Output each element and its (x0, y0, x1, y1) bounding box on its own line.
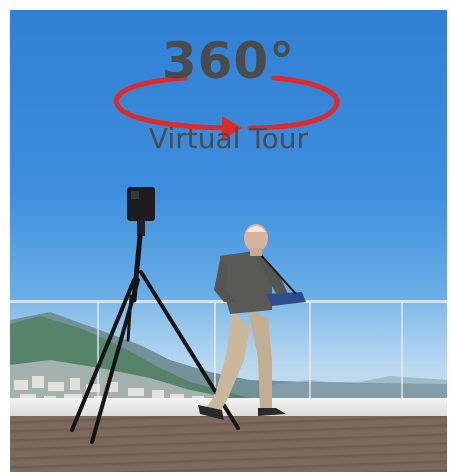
camera-icon (127, 187, 155, 236)
virtual-tour-overlay: 360° Virtual Tour (10, 32, 447, 172)
title-360: 360° (161, 32, 296, 90)
photo-frame: 360° Virtual Tour (10, 10, 447, 472)
subtitle-virtual-tour: Virtual Tour (148, 122, 309, 155)
